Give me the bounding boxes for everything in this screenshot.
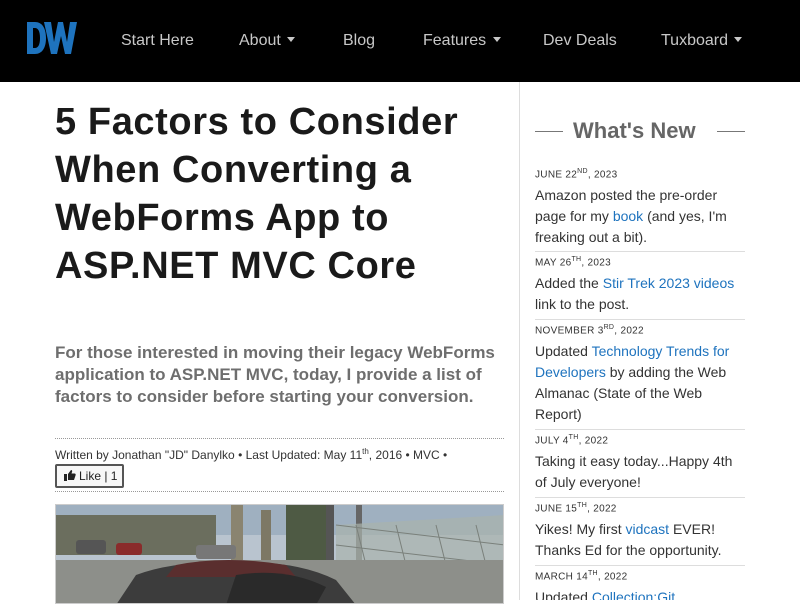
news-text-part: link to the post.	[535, 296, 630, 312]
hero-photo-wrecked-car	[56, 505, 503, 603]
nav-start-here-label: Start Here	[121, 32, 194, 49]
news-date: June 22nd, 2023	[535, 168, 745, 182]
news-text-part: Taking it easy today...Happy 4th of July…	[535, 453, 733, 490]
news-date-year: , 2023	[587, 169, 618, 181]
news-date-year: , 2022	[587, 503, 617, 515]
news-date-year: , 2022	[597, 571, 628, 583]
news-item: November 3rd, 2022 Updated Technology Tr…	[535, 320, 745, 430]
caret-down-icon	[287, 36, 296, 42]
nav-blog-label: Blog	[343, 32, 376, 49]
sidebar-divider	[519, 82, 520, 600]
news-text: Updated Collection:Git Resources	[535, 587, 745, 600]
news-text: Added the Stir Trek 2023 videos link to …	[535, 273, 745, 315]
heading-rule-right	[717, 131, 745, 132]
news-text-part: Added the	[535, 275, 603, 291]
heading-rule-left	[535, 131, 563, 132]
news-date-year: , 2022	[614, 325, 644, 337]
sidebar: What's New June 22nd, 2023 Amazon posted…	[535, 82, 745, 600]
news-date-text: March 14	[535, 571, 588, 583]
stir-trek-videos-link[interactable]: Stir Trek 2023 videos	[603, 275, 735, 291]
like-button[interactable]: Like | 1	[55, 464, 124, 488]
nav-features[interactable]: Features	[423, 32, 501, 50]
news-item: July 4th, 2022 Taking it easy today...Ha…	[535, 430, 745, 498]
news-text: Updated Technology Trends for Developers…	[535, 341, 745, 425]
meta-updated-year: , 2016	[368, 448, 403, 462]
article-subtitle: For those interested in moving their leg…	[55, 343, 495, 406]
news-text-part: Updated	[535, 343, 592, 359]
nav-about-label: About	[239, 32, 281, 49]
nav-tuxboard[interactable]: Tuxboard	[661, 32, 743, 50]
whats-new-heading: What's New	[535, 118, 745, 144]
hero-image	[55, 504, 504, 604]
news-date-year: , 2022	[578, 435, 609, 447]
news-date-suffix: th	[587, 570, 598, 577]
news-date-text: June 22	[535, 169, 578, 181]
nav-blog[interactable]: Blog	[343, 32, 375, 50]
nav-tuxboard-label: Tuxboard	[661, 32, 728, 49]
news-date-suffix: th	[577, 502, 588, 509]
news-date-text: July 4	[535, 435, 569, 447]
meta-line: Written by Jonathan "JD" Danylko • Last …	[55, 447, 447, 462]
meta-author: Written by Jonathan "JD" Danylko	[55, 448, 235, 462]
news-date-year: , 2023	[581, 257, 611, 269]
news-text: Amazon posted the pre-order page for my …	[535, 185, 745, 248]
news-date-suffix: th	[568, 434, 579, 441]
news-date: May 26th, 2023	[535, 256, 745, 270]
nav-start-here[interactable]: Start Here	[121, 32, 194, 50]
news-date: July 4th, 2022	[535, 434, 745, 448]
news-date-suffix: nd	[577, 168, 588, 175]
news-date-suffix: th	[571, 256, 582, 263]
news-date-text: June 15	[535, 503, 578, 515]
news-item: June 22nd, 2023 Amazon posted the pre-or…	[535, 164, 745, 252]
news-date-text: November 3	[535, 325, 604, 337]
thumbs-up-icon	[64, 470, 76, 481]
meta-updated: • Last Updated: May 11	[238, 448, 363, 462]
news-date-text: May 26	[535, 257, 572, 269]
article: 5 Factors to Consider When Converting a …	[55, 82, 505, 604]
news-item: May 26th, 2023 Added the Stir Trek 2023 …	[535, 252, 745, 320]
caret-down-icon	[492, 36, 501, 42]
news-text: Taking it easy today...Happy 4th of July…	[535, 451, 745, 493]
nav-dev-deals-label: Dev Deals	[543, 32, 617, 49]
article-meta: Written by Jonathan "JD" Danylko • Last …	[55, 438, 504, 492]
news-text-part: Updated	[535, 589, 592, 600]
nav-features-label: Features	[423, 32, 487, 49]
top-navbar: Start Here About Blog Features Dev Deals…	[0, 0, 800, 82]
caret-down-icon	[734, 36, 743, 42]
nav-about[interactable]: About	[239, 32, 296, 50]
meta-category[interactable]: • MVC •	[406, 448, 448, 462]
article-title: 5 Factors to Consider When Converting a …	[55, 101, 459, 287]
news-date: March 14th, 2022	[535, 570, 745, 584]
nav-dev-deals[interactable]: Dev Deals	[543, 32, 617, 50]
whats-new-title: What's New	[573, 118, 696, 143]
news-item: March 14th, 2022 Updated Collection:Git …	[535, 566, 745, 600]
news-text: Yikes! My first vidcast EVER! Thanks Ed …	[535, 519, 745, 561]
news-item: June 15th, 2022 Yikes! My first vidcast …	[535, 498, 745, 566]
news-text-part: Yikes! My first	[535, 521, 626, 537]
news-date-suffix: rd	[603, 324, 615, 331]
vidcast-link[interactable]: vidcast	[626, 521, 670, 537]
like-label: Like | 1	[79, 469, 118, 483]
news-date: November 3rd, 2022	[535, 324, 745, 338]
meta-updated-suffix: th	[362, 447, 369, 456]
news-date: June 15th, 2022	[535, 502, 745, 516]
book-link[interactable]: book	[613, 208, 643, 224]
